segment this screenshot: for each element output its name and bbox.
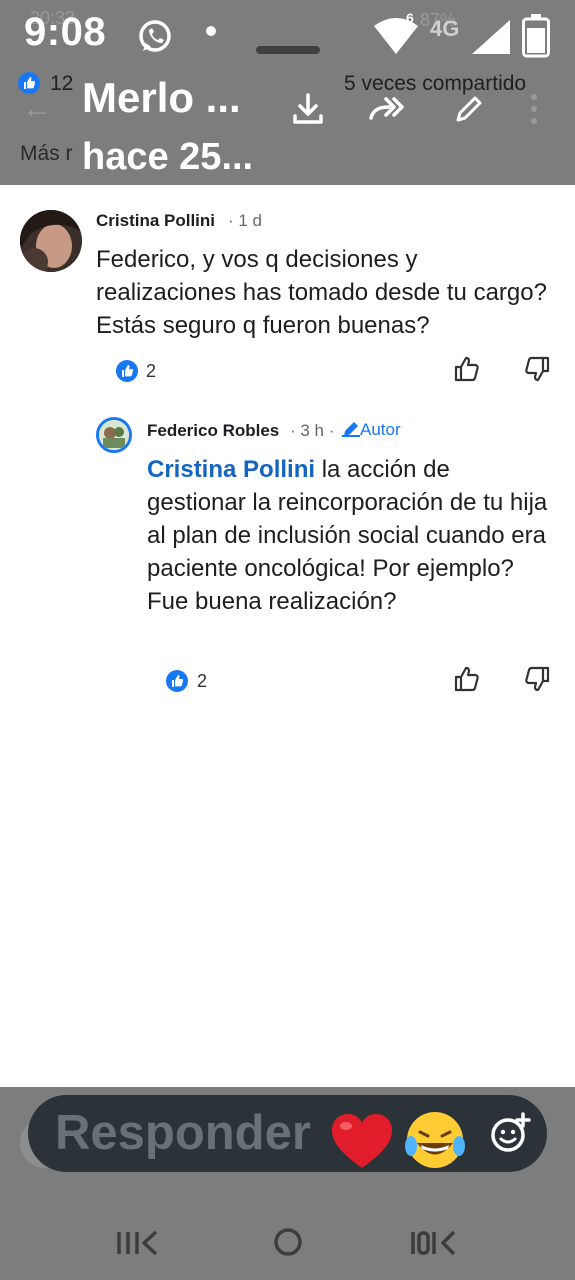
- drag-handle[interactable]: [256, 46, 320, 54]
- battery-icon: [522, 14, 550, 63]
- thumbs-down-icon[interactable]: [523, 355, 551, 388]
- nav-home-icon[interactable]: [273, 1226, 303, 1263]
- nav-recents-icon[interactable]: [116, 1228, 160, 1263]
- media-title: Merlo ...: [82, 74, 241, 121]
- comment-time: · 1 d: [228, 211, 263, 230]
- thumbs-up-icon[interactable]: [453, 355, 481, 388]
- avatar[interactable]: [96, 417, 132, 453]
- comment-text: Cristina Pollini la acción de gestionar …: [147, 453, 552, 618]
- author-badge: Autor: [342, 420, 401, 440]
- author-badge-label: Autor: [360, 420, 401, 439]
- mention-link[interactable]: Cristina Pollini: [147, 456, 315, 483]
- wifi-icon: 6: [372, 10, 420, 61]
- edit-icon[interactable]: [452, 92, 484, 131]
- more-replies-link[interactable]: Más r: [20, 142, 73, 166]
- add-emoji-icon[interactable]: [489, 1112, 531, 1159]
- comment-time: · 3 h ·: [290, 421, 335, 440]
- network-type: 4G: [430, 16, 460, 41]
- comment-author[interactable]: Cristina Pollini: [96, 211, 215, 231]
- back-arrow-icon[interactable]: ←: [22, 92, 52, 126]
- pencil-icon: [342, 422, 360, 437]
- like-reaction-icon[interactable]: [166, 670, 188, 692]
- reaction-count: 2: [197, 671, 208, 691]
- signal-icon: [470, 18, 512, 61]
- like-badge-icon: [18, 72, 40, 94]
- notification-dot: [206, 26, 216, 36]
- media-subtitle: hace 25...: [82, 136, 254, 178]
- comment-text: Federico, y vos q decisiones y realizaci…: [96, 246, 547, 339]
- avatar[interactable]: [20, 210, 82, 272]
- like-reaction-icon[interactable]: [116, 360, 138, 382]
- top-overlay: 20:33 87% ← 12 5 veces compartido Más r …: [0, 0, 575, 185]
- status-time: 9:08: [24, 10, 107, 54]
- laughing-emoji-icon[interactable]: [402, 1110, 468, 1175]
- download-icon[interactable]: [292, 92, 324, 131]
- thumbs-up-icon[interactable]: [453, 665, 481, 698]
- like-count: 12: [50, 72, 74, 95]
- heart-emoji-icon[interactable]: [330, 1112, 394, 1175]
- nav-back-icon[interactable]: [410, 1228, 460, 1263]
- thumbs-down-icon[interactable]: [523, 665, 551, 698]
- share-icon[interactable]: [368, 92, 406, 131]
- reply-placeholder[interactable]: Responder: [55, 1105, 311, 1161]
- whatsapp-icon: [136, 18, 174, 61]
- wifi-badge: 6: [406, 10, 414, 26]
- more-options-icon[interactable]: [528, 92, 540, 131]
- reaction-count: 2: [146, 361, 157, 381]
- comment-author[interactable]: Federico Robles: [147, 421, 279, 441]
